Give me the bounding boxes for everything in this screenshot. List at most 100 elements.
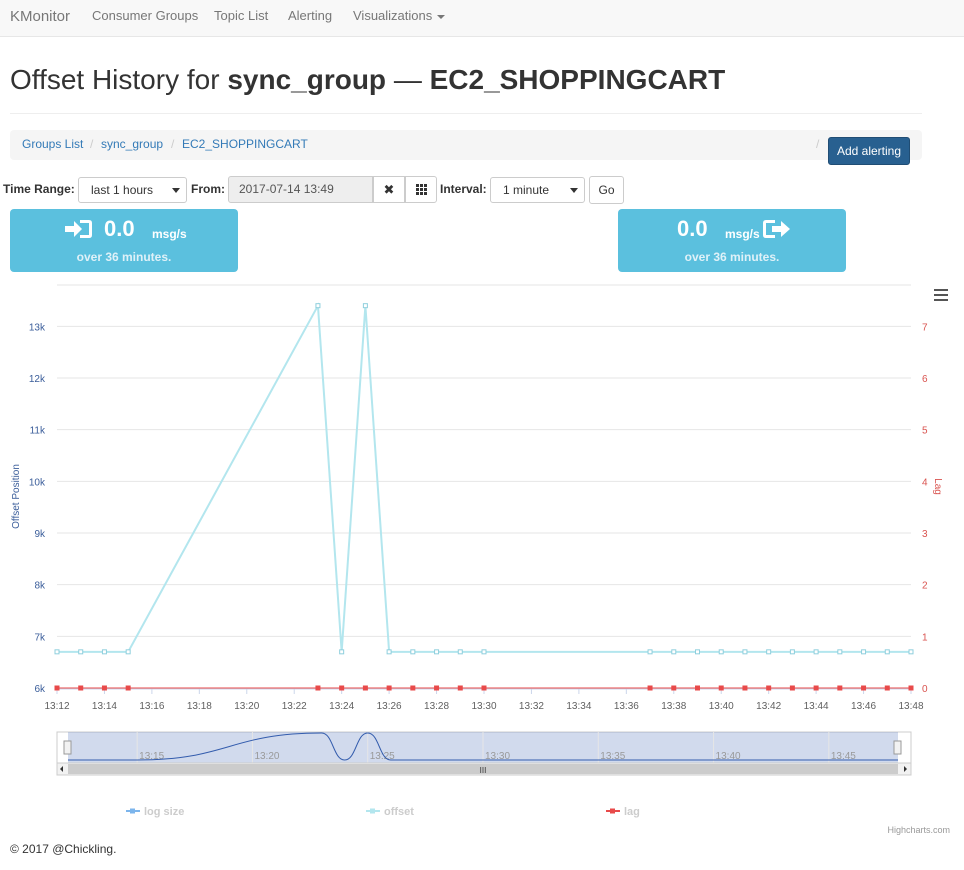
nav-topic-list[interactable]: Topic List	[214, 8, 268, 23]
offset-point	[837, 649, 843, 655]
breadcrumb: Groups List / sync_group / EC2_SHOPPINGC…	[10, 130, 922, 160]
breadcrumb-group[interactable]: sync_group	[101, 137, 163, 151]
lag-point	[908, 685, 914, 691]
footer-copyright: © 2017 @Chickling.	[10, 842, 117, 856]
legend-item-label: lag	[624, 806, 640, 818]
x-tick-label: 13:26	[377, 701, 402, 712]
offset-point	[813, 649, 819, 655]
x-tick-label: 13:46	[851, 701, 876, 712]
offset-point	[410, 649, 416, 655]
scrollbar-grip-icon: III	[480, 766, 487, 775]
offset-point	[78, 649, 84, 655]
offset-point	[647, 649, 653, 655]
x-tick-label: 13:44	[804, 701, 829, 712]
x-tick-label: 13:48	[898, 701, 923, 712]
lag-point	[884, 685, 890, 691]
nav-alerting[interactable]: Alerting	[288, 8, 332, 23]
legend-item-label: offset	[384, 806, 414, 818]
lag-point	[434, 685, 440, 691]
offset-point	[362, 303, 368, 309]
offset-point	[789, 649, 795, 655]
offset-series-line	[57, 302, 911, 653]
x-tick-label: 13:22	[282, 701, 307, 712]
lag-point	[386, 685, 392, 691]
offset-point	[457, 649, 463, 655]
lag-point	[481, 685, 487, 691]
nav-visualizations-label: Visualizations	[353, 8, 433, 23]
interval-select[interactable]: 1 minute	[490, 177, 585, 203]
offset-point	[54, 649, 60, 655]
calendar-button[interactable]	[405, 176, 437, 203]
y-right-tick-label: 5	[922, 426, 928, 437]
nav-visualizations-dropdown[interactable]: Visualizations	[353, 8, 446, 23]
offset-point	[718, 649, 724, 655]
clear-date-button[interactable]: ✖	[373, 176, 405, 203]
lag-point	[861, 685, 867, 691]
lag-point	[718, 685, 724, 691]
x-tick-label: 13:24	[329, 701, 354, 712]
offset-point	[671, 649, 677, 655]
lag-point	[647, 685, 653, 691]
sign-out-icon	[763, 220, 790, 238]
lag-point	[789, 685, 795, 691]
lag-point	[766, 685, 772, 691]
x-tick-label: 13:36	[614, 701, 639, 712]
y-left-tick-label: 7k	[34, 632, 46, 643]
offset-point	[742, 649, 748, 655]
nav-consumer-groups[interactable]: Consumer Groups	[92, 8, 198, 23]
offset-point	[386, 649, 392, 655]
sign-in-icon	[65, 220, 92, 238]
y-right-tick-label: 2	[922, 581, 928, 592]
log-size-series-line	[57, 303, 911, 653]
go-button[interactable]: Go	[589, 176, 624, 204]
lag-point	[362, 685, 368, 691]
brand-link[interactable]: KMonitor	[10, 8, 70, 25]
lag-point	[315, 685, 321, 691]
outgoing-rate-caption: over 36 minutes.	[684, 250, 780, 264]
from-date-input[interactable]: 2017-07-14 13:49	[228, 176, 373, 203]
y-left-tick-label: 13k	[29, 322, 46, 333]
header-divider	[10, 113, 922, 114]
lag-point	[837, 685, 843, 691]
incoming-rate-unit: msg/s	[152, 227, 187, 241]
breadcrumb-groups-list[interactable]: Groups List	[22, 137, 83, 151]
offset-point	[339, 649, 345, 655]
chevron-down-icon	[172, 188, 180, 193]
incoming-rate-panel: 0.0 msg/s over 36 minutes.	[10, 209, 238, 272]
lag-point	[125, 685, 131, 691]
breadcrumb-separator: /	[90, 137, 94, 151]
x-tick-label: 13:28	[424, 701, 449, 712]
grid-icon	[415, 184, 427, 195]
offset-point	[884, 649, 890, 655]
navigator-handle	[893, 740, 902, 755]
lag-point	[695, 685, 700, 691]
x-tick-label: 13:30	[471, 701, 496, 712]
interval-label: Interval:	[440, 182, 487, 196]
lag-point	[813, 685, 819, 691]
title-topic: EC2_SHOPPINGCART	[429, 64, 726, 95]
legend-symbol-marker	[610, 808, 615, 814]
offset-point	[766, 649, 772, 655]
offset-point	[101, 649, 107, 655]
legend-item-label: log size	[144, 806, 184, 818]
offset-point	[481, 649, 487, 655]
caret-down-icon	[437, 14, 446, 19]
lag-point	[78, 685, 84, 691]
lag-point	[54, 685, 60, 691]
page-title: Offset History for sync_group — EC2_SHOP…	[10, 64, 725, 96]
y-right-tick-label: 6	[922, 374, 928, 385]
outgoing-rate-value: 0.0	[677, 216, 708, 241]
time-range-select[interactable]: last 1 hours	[78, 177, 187, 203]
navigator-tick-label: 13:20	[254, 751, 279, 762]
x-tick-label: 13:20	[234, 701, 259, 712]
lag-point	[671, 685, 677, 691]
x-tick-label: 13:32	[519, 701, 544, 712]
y-right-tick-label: 0	[922, 684, 928, 695]
y-left-tick-label: 10k	[29, 477, 46, 488]
close-icon: ✖	[383, 182, 395, 197]
offset-point	[125, 649, 131, 655]
x-tick-label: 13:16	[139, 701, 164, 712]
chart-menu-icon[interactable]	[934, 289, 948, 301]
title-group: sync_group	[227, 64, 387, 95]
add-alerting-button[interactable]: Add alerting	[828, 137, 910, 165]
